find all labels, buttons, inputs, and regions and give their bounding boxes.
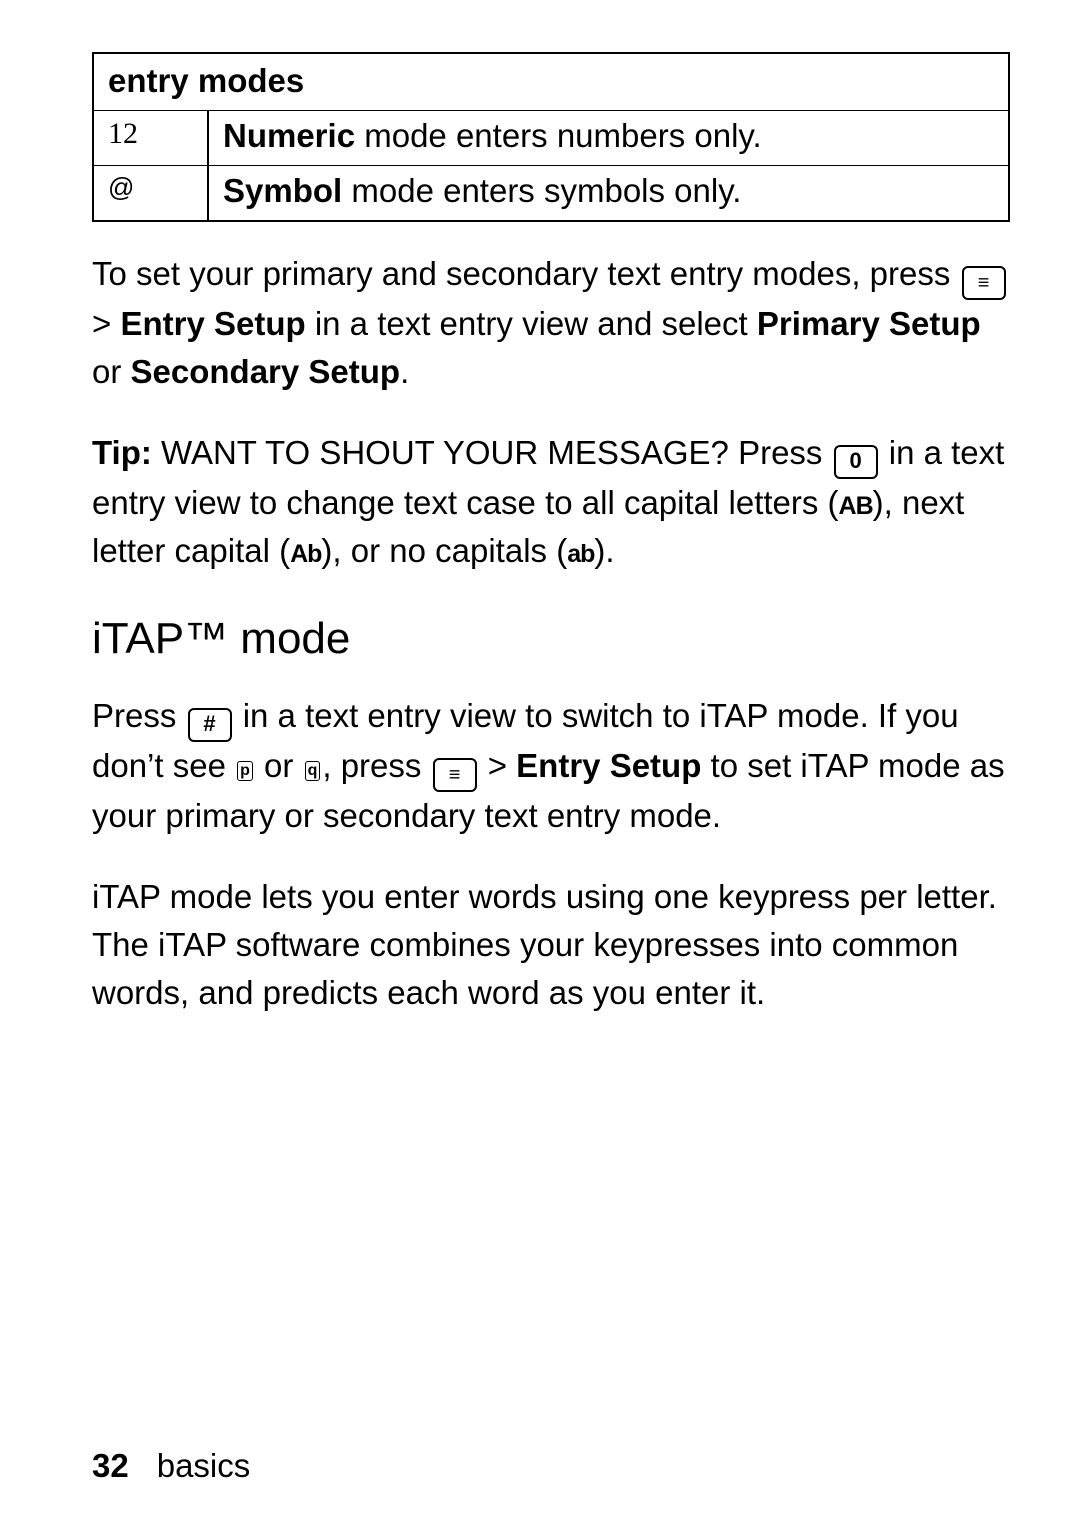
table-row: 12 Numeric mode enters numbers only. [93,111,1009,166]
symbol-mode-desc: Symbol mode enters symbols only. [208,166,1009,222]
page-number: 32 [92,1447,129,1485]
para1-pre: To set your primary and secondary text e… [92,255,960,292]
itap-switch-paragraph: Press in a text entry view to switch to … [92,692,1010,840]
numeric-mode-icon: 12 [93,111,208,166]
symbol-mode-icon: @ [93,166,208,222]
numeric-mode-desc: Numeric mode enters numbers only. [208,111,1009,166]
tip-end: ). [594,532,614,569]
all-caps-icon: AB [839,492,873,520]
init-cap-icon: Ab [290,540,321,568]
itap-spanish-icon: q [305,761,321,781]
tip-paragraph: Tip: WANT TO SHOUT YOUR MESSAGE? Press i… [92,429,1010,575]
symbol-mode-bold: Symbol [223,172,342,209]
menu-key-icon-2 [433,758,477,792]
para2-gt: > [479,747,517,784]
no-caps-icon: ab [567,540,594,568]
numeric-mode-rest: mode enters numbers only. [355,117,762,154]
para2-press2: , press [322,747,430,784]
primary-setup-label: Primary Setup [757,305,981,342]
table-row: @ Symbol mode enters symbols only. [93,166,1009,222]
section-name: basics [157,1447,251,1484]
set-modes-paragraph: To set your primary and secondary text e… [92,250,1010,396]
page-footer: 32 basics [92,1447,250,1485]
para1-gt1: > [92,305,120,342]
entry-modes-table: entry modes 12 Numeric mode enters numbe… [92,52,1010,222]
para1-mid: in a text entry view and select [306,305,757,342]
entry-setup-label-2: Entry Setup [516,747,701,784]
tip-label: Tip: [92,434,161,471]
para2-or: or [255,747,303,784]
para1-dot: . [400,353,409,390]
tip-noc: ), or no capitals ( [321,532,567,569]
itap-desc-paragraph: iTAP mode lets you enter words using one… [92,873,1010,1017]
itap-english-icon: p [237,761,253,781]
numeric-mode-bold: Numeric [223,117,355,154]
symbol-mode-rest: mode enters symbols only. [342,172,741,209]
secondary-setup-label: Secondary Setup [131,353,401,390]
zero-key-icon [834,445,878,479]
para1-or: or [92,353,131,390]
menu-key-icon [962,266,1006,300]
tip-shout: WANT TO SHOUT YOUR MESSAGE? Press [161,434,832,471]
manual-page: entry modes 12 Numeric mode enters numbe… [0,0,1080,1521]
hash-key-icon [188,708,232,742]
entry-setup-label: Entry Setup [120,305,305,342]
entry-modes-header: entry modes [93,53,1009,111]
itap-mode-heading: iTAP™ mode [92,614,1010,664]
para2-press: Press [92,697,186,734]
